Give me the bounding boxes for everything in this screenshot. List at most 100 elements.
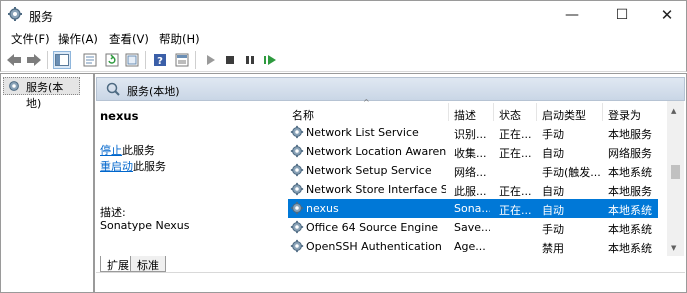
services-gear-icon bbox=[8, 7, 22, 21]
col-name[interactable]: 名称 bbox=[292, 107, 314, 123]
menu-file[interactable]: 文件(F) bbox=[11, 31, 50, 47]
toolbar-divider bbox=[47, 51, 48, 69]
search-gear-icon bbox=[106, 82, 120, 96]
stop-service-icon[interactable] bbox=[221, 51, 239, 69]
table-row[interactable]: Network Setup Service 网络... 手动(触发... 本地系统 bbox=[288, 161, 658, 180]
scroll-down-arrow-icon[interactable]: ▼ bbox=[671, 244, 676, 252]
cell-name: Network Setup Service bbox=[306, 164, 432, 177]
service-gear-icon bbox=[290, 163, 304, 177]
table-row[interactable]: Network Store Interface Se... 此服... 正在... 自… bbox=[288, 180, 658, 199]
col-startup-type[interactable]: 启动类型 bbox=[542, 107, 586, 123]
column-divider[interactable] bbox=[493, 103, 494, 121]
tree-item-services-local[interactable]: 服务(本地) bbox=[3, 77, 80, 110]
cell-logon: 本地系统 bbox=[608, 166, 652, 179]
cell-startup: 手动 bbox=[542, 223, 564, 236]
cell-startup: 自动 bbox=[542, 147, 564, 160]
service-gear-icon bbox=[290, 125, 304, 139]
cell-logon: 本地系统 bbox=[608, 204, 652, 217]
svg-text:?: ? bbox=[157, 56, 163, 67]
services-list: ^ 名称 描述 状态 启动类型 登录为 Network List Service… bbox=[288, 98, 658, 256]
cell-logon: 本地服务 bbox=[608, 185, 652, 198]
service-gear-icon bbox=[290, 182, 304, 196]
column-divider[interactable] bbox=[448, 103, 449, 121]
cell-name: Office 64 Source Engine bbox=[306, 221, 439, 234]
maximize-button[interactable]: ☐ bbox=[599, 1, 645, 29]
export-list-icon[interactable] bbox=[123, 51, 141, 69]
col-description[interactable]: 描述 bbox=[454, 107, 476, 123]
service-detail: nexus 停止此服务 重启动此服务 描述: Sonatype Nexus bbox=[96, 101, 286, 256]
forward-arrow-icon[interactable] bbox=[25, 51, 43, 69]
stop-link[interactable]: 停止 bbox=[100, 144, 122, 157]
cell-startup: 自动 bbox=[542, 204, 564, 217]
cell-name: Network List Service bbox=[306, 126, 419, 139]
console-tree-icon[interactable] bbox=[173, 51, 191, 69]
cell-logon: 本地系统 bbox=[608, 223, 652, 236]
cell-status: 正在... bbox=[499, 185, 532, 198]
cell-name: OpenSSH Authentication ... bbox=[306, 240, 446, 253]
cell-desc: 此服... bbox=[454, 185, 487, 198]
menu-view[interactable]: 查看(V) bbox=[109, 31, 149, 47]
service-gear-icon bbox=[290, 239, 304, 253]
tree-item-label: 服务(本地) bbox=[26, 81, 64, 110]
service-gear-icon bbox=[290, 144, 304, 158]
restart-link[interactable]: 重启动 bbox=[100, 160, 133, 173]
restart-suffix: 此服务 bbox=[133, 160, 166, 173]
toolbar-divider bbox=[195, 51, 196, 69]
show-tree-icon[interactable] bbox=[53, 51, 71, 69]
services-gear-icon bbox=[9, 81, 19, 91]
refresh-icon[interactable] bbox=[103, 51, 121, 69]
cell-startup: 手动(触发... bbox=[542, 166, 600, 179]
table-row[interactable]: Office 64 Source Engine Save... 手动 本地系统 bbox=[288, 218, 658, 237]
table-row[interactable]: nexus Sona... 正在... 自动 本地系统 bbox=[288, 199, 658, 218]
cell-logon: 本地服务 bbox=[608, 128, 652, 141]
menu-action[interactable]: 操作(A) bbox=[58, 31, 98, 47]
service-gear-icon bbox=[290, 201, 304, 215]
pause-service-icon[interactable] bbox=[241, 51, 259, 69]
cell-desc: Save... bbox=[454, 221, 490, 234]
column-divider[interactable] bbox=[536, 103, 537, 121]
cell-status: 正在... bbox=[499, 147, 532, 160]
restart-service-icon[interactable] bbox=[261, 51, 279, 69]
tab-standard[interactable]: 标准 bbox=[130, 256, 166, 272]
column-divider[interactable] bbox=[602, 103, 603, 121]
cell-desc: 收集... bbox=[454, 147, 487, 160]
cell-logon: 网络服务 bbox=[608, 147, 652, 160]
cell-desc: 识别... bbox=[454, 128, 487, 141]
table-row[interactable]: Network Location Awarene... 收集... 正在... 自动 网… bbox=[288, 142, 658, 161]
table-row[interactable]: Network List Service 识别... 正在... 手动 本地服务 bbox=[288, 123, 658, 142]
vertical-scrollbar[interactable]: ▲ ▼ bbox=[667, 101, 684, 256]
table-row[interactable]: OpenSSH Authentication ... Age... 禁用 本地系统 bbox=[288, 237, 658, 256]
cell-desc: Sona... bbox=[454, 202, 490, 215]
restart-line: 重启动此服务 bbox=[100, 158, 166, 174]
menu-bar: 文件(F) 操作(A) 查看(V) 帮助(H) bbox=[0, 28, 687, 48]
status-area bbox=[96, 272, 685, 290]
panel-title: 服务(本地) bbox=[127, 85, 180, 98]
col-status[interactable]: 状态 bbox=[499, 107, 521, 123]
scroll-up-arrow-icon[interactable]: ▲ bbox=[671, 107, 676, 115]
cell-desc: 网络... bbox=[454, 166, 487, 179]
cell-startup: 禁用 bbox=[542, 242, 564, 255]
toolbar: ? bbox=[0, 48, 687, 72]
minimize-button[interactable]: — bbox=[549, 1, 595, 29]
help-icon[interactable]: ? bbox=[151, 51, 169, 69]
close-button[interactable]: ✕ bbox=[644, 1, 687, 29]
description-label: 描述: bbox=[100, 206, 126, 219]
cell-name: Network Store Interface Se... bbox=[306, 183, 446, 196]
window-title: 服务 bbox=[29, 10, 54, 24]
sort-arrow-icon: ^ bbox=[363, 98, 370, 107]
back-arrow-icon[interactable] bbox=[5, 51, 23, 69]
stop-suffix: 此服务 bbox=[122, 144, 155, 157]
menu-help[interactable]: 帮助(H) bbox=[159, 31, 200, 47]
start-service-icon[interactable] bbox=[201, 51, 219, 69]
scroll-thumb[interactable] bbox=[671, 165, 680, 179]
col-logon-as[interactable]: 登录为 bbox=[608, 107, 641, 123]
service-gear-icon bbox=[290, 220, 304, 234]
console-tree: 服务(本地) bbox=[0, 73, 94, 293]
title-bar: 服务 — ☐ ✕ bbox=[0, 0, 687, 28]
cell-logon: 本地系统 bbox=[608, 242, 652, 255]
list-header: ^ 名称 描述 状态 启动类型 登录为 bbox=[288, 98, 658, 123]
panel-header: 服务(本地) bbox=[96, 77, 685, 101]
cell-startup: 手动 bbox=[542, 128, 564, 141]
services-panel: 服务(本地) nexus 停止此服务 重启动此服务 描述: Sonatype N… bbox=[94, 73, 687, 293]
properties-sheet-icon[interactable] bbox=[81, 51, 99, 69]
